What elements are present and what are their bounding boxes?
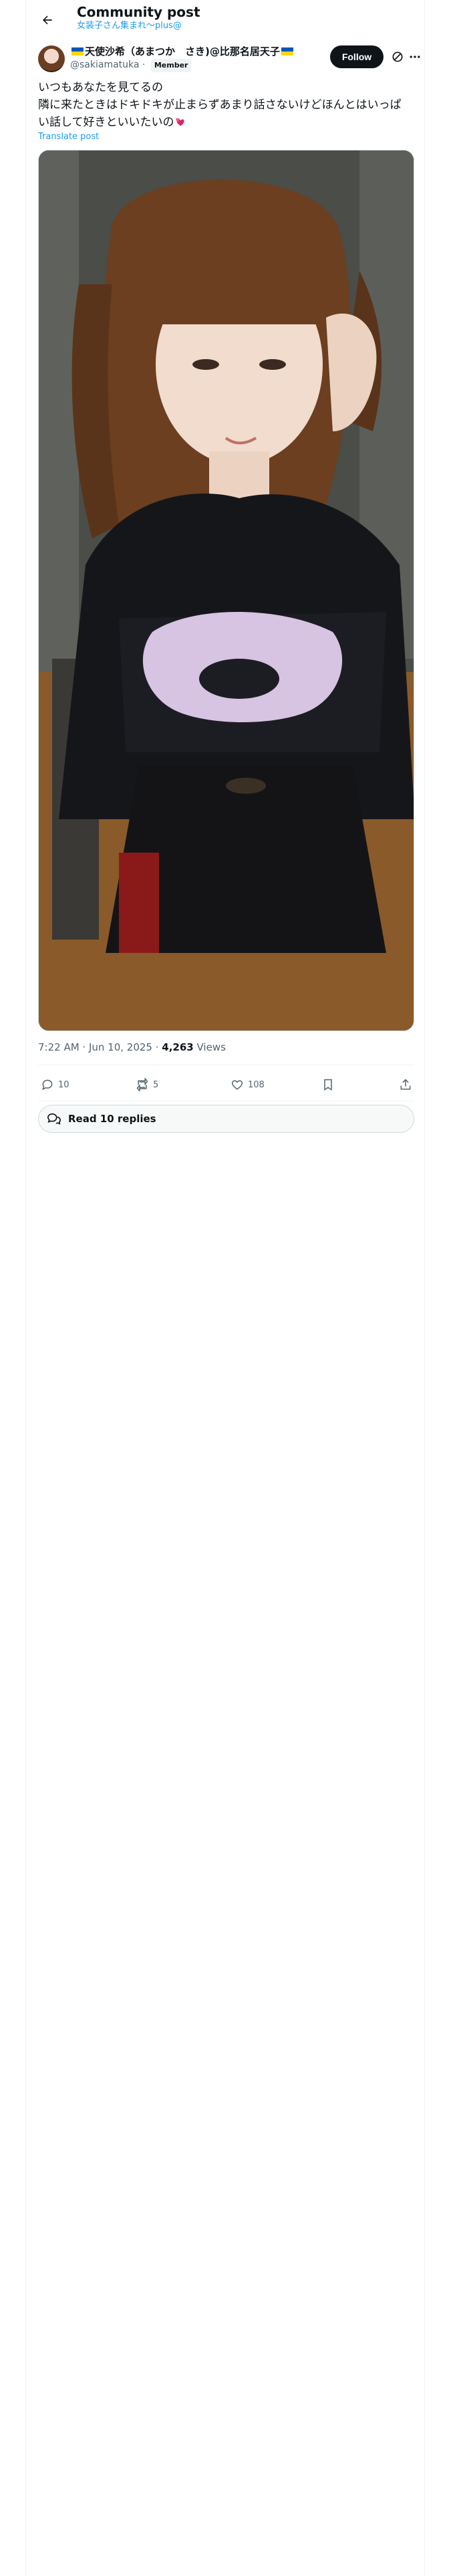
two-hearts-emoji-icon [175, 118, 184, 126]
page-title: Community post [77, 4, 200, 20]
arrow-left-icon [43, 15, 52, 25]
top-header: Community post 女装子さん集まれ〜plus@ [26, 0, 426, 40]
repost-icon [136, 1078, 148, 1091]
back-button[interactable] [35, 8, 59, 32]
heart-icon [231, 1080, 243, 1090]
ukraine-flag-icon [281, 47, 293, 56]
views-label: Views [193, 1041, 226, 1053]
like-button[interactable]: 108 [231, 1077, 265, 1093]
translate-post-link[interactable]: Translate post [38, 132, 99, 142]
bookmark-icon [324, 1079, 332, 1091]
read-replies-label: Read 10 replies [68, 1113, 156, 1125]
author-handle[interactable]: @sakiamatuka [70, 60, 139, 70]
reply-icon [42, 1079, 53, 1091]
avatar[interactable] [38, 45, 65, 72]
author-display-name[interactable]: 天使沙希（あまつか さき)@比那名居天子 [70, 45, 295, 58]
community-name-link[interactable]: 女装子さん集まれ〜plus@ [77, 21, 182, 31]
share-icon [400, 1079, 411, 1090]
ukraine-flag-icon [71, 47, 84, 56]
post-timestamp: 7:22 AM · Jun 10, 2025 · 4,263 Views [38, 1041, 226, 1053]
post-text: いつもあなたを見てるの 隣に来たときはドキドキが止まらずあまり話さないけどほんと… [38, 79, 412, 131]
handle-separator: · [142, 60, 146, 70]
author-name-text: 天使沙希（あまつか さき)@比那名居天子 [85, 45, 280, 58]
member-badge: Member [150, 59, 192, 72]
action-bar: 10 5 108 [38, 1069, 414, 1101]
post-photo[interactable] [38, 150, 414, 1031]
follow-button[interactable]: Follow [330, 45, 384, 68]
chat-bubbles-icon [47, 1113, 61, 1125]
reply-button[interactable]: 10 [41, 1077, 69, 1093]
main-column: Community post 女装子さん集まれ〜plus@ 天使沙希（あまつか … [25, 0, 425, 2576]
bookmark-button[interactable] [321, 1077, 339, 1093]
read-replies-button[interactable]: Read 10 replies [38, 1105, 414, 1133]
repost-count: 5 [153, 1079, 159, 1090]
photo-illustration [39, 150, 414, 1031]
post-body: いつもあなたを見てるの 隣に来たときはドキドキが止まらずあまり話さないけどほんと… [38, 81, 402, 129]
repost-button[interactable]: 5 [136, 1077, 158, 1093]
reply-count: 10 [58, 1079, 69, 1090]
more-options-icon[interactable] [408, 50, 422, 64]
share-button[interactable] [399, 1077, 416, 1093]
author-handle-row: @sakiamatuka · Member [70, 59, 192, 72]
grok-icon[interactable] [391, 50, 404, 64]
like-count: 108 [248, 1079, 265, 1090]
views-count: 4,263 [162, 1041, 194, 1053]
timestamp-text[interactable]: 7:22 AM · Jun 10, 2025 · [38, 1041, 162, 1053]
